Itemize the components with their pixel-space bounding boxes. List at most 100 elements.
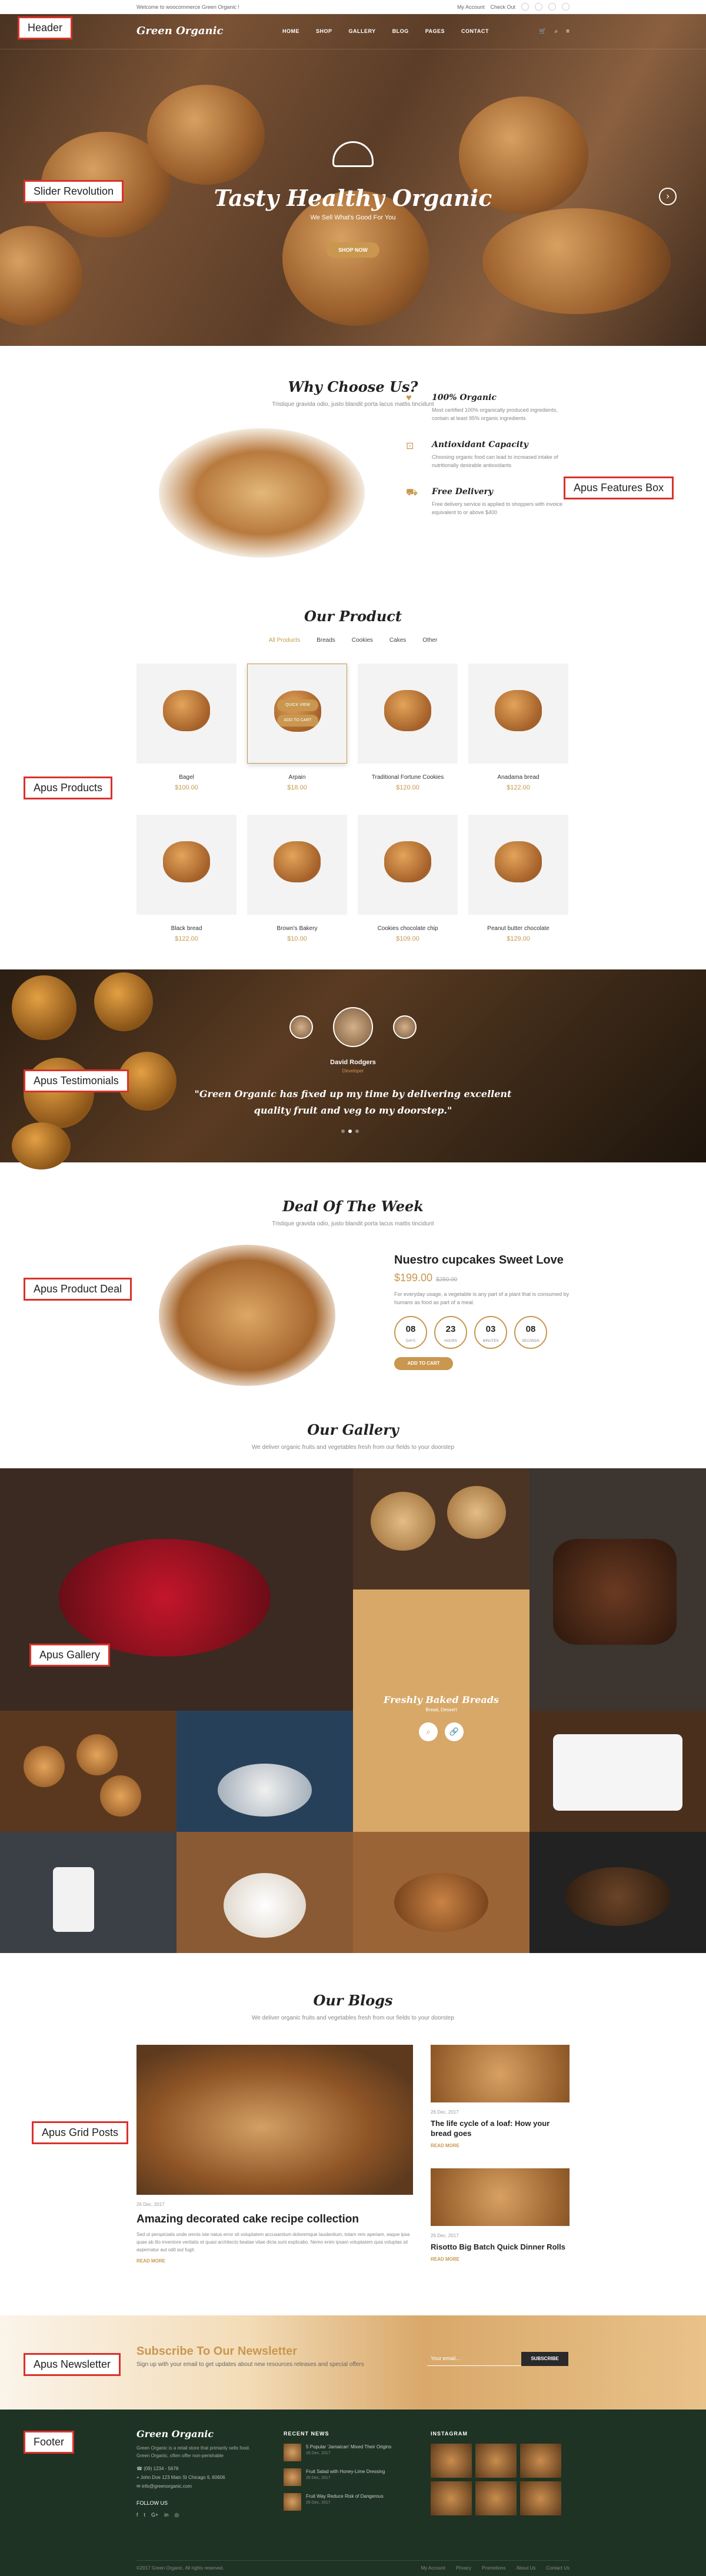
cart-icon[interactable]: 🛒 (539, 28, 546, 35)
twitter-icon[interactable] (535, 3, 542, 11)
read-more-link[interactable]: READ MORE (431, 2257, 570, 2262)
product-card[interactable]: Peanut butter chocolate $129.00 (468, 815, 568, 942)
post-title[interactable]: Risotto Big Batch Quick Dinner Rolls (431, 2242, 570, 2252)
footer-link[interactable]: Contact Us (546, 2565, 570, 2571)
avatar[interactable] (333, 1007, 373, 1047)
deal-product-image[interactable] (159, 1245, 335, 1386)
recent-news-item[interactable]: Fruit Salad with Honey-Lime Dressing 26 D… (284, 2468, 407, 2486)
checkout-link[interactable]: Check Out (490, 4, 515, 10)
tab-cakes[interactable]: Cakes (389, 637, 406, 644)
gallery-image[interactable] (176, 1711, 353, 1832)
site-logo[interactable]: Green Organic (136, 25, 223, 37)
nav-shop[interactable]: SHOP (316, 28, 332, 34)
post-title[interactable]: The life cycle of a loaf: How your bread… (431, 2118, 570, 2138)
product-card[interactable]: QUICK VIEW ADD TO CART Arpain $18.00 (247, 664, 347, 791)
avatar[interactable] (393, 1015, 417, 1039)
slider-dot[interactable] (348, 1129, 352, 1133)
product-image[interactable] (495, 841, 542, 882)
product-image[interactable] (384, 841, 431, 882)
instagram-photo[interactable] (520, 2444, 561, 2478)
recent-news-item[interactable]: 5 Popular 'Jamaican' Mixed Their Origins… (284, 2444, 407, 2461)
recent-news-item[interactable]: Fruit Way Reduce Risk of Dangerous 26 Dec… (284, 2493, 407, 2511)
twitter-icon[interactable]: t (144, 2512, 146, 2518)
product-card[interactable]: Brown's Bakery $10.00 (247, 815, 347, 942)
blog-image[interactable] (431, 2168, 570, 2226)
shop-now-button[interactable]: SHOP NOW (327, 242, 379, 258)
instagram-photo[interactable] (431, 2481, 472, 2515)
section-subtitle: Tristique gravida odio, justo blandit po… (272, 1221, 434, 1227)
gallery-image[interactable] (0, 1468, 353, 1711)
slider-dot[interactable] (355, 1129, 359, 1133)
add-to-cart-button[interactable]: ADD TO CART (394, 1357, 453, 1370)
avatar[interactable] (289, 1015, 313, 1039)
product-image[interactable] (163, 690, 210, 731)
products-section: Our Product All Products Breads Cookies … (0, 581, 706, 969)
product-card[interactable]: Cookies chocolate chip $109.00 (358, 815, 458, 942)
tab-other[interactable]: Other (422, 637, 437, 644)
deal-product-title[interactable]: Nuestro cupcakes Sweet Love (394, 1254, 571, 1267)
nav-contact[interactable]: CONTACT (461, 28, 489, 34)
product-image[interactable] (384, 690, 431, 731)
product-image[interactable] (495, 690, 542, 731)
gallery-image[interactable] (0, 1711, 176, 1832)
footer-link[interactable]: Promotions (482, 2565, 505, 2571)
slider-dots (341, 1129, 359, 1133)
lock-icon: ⊡ (406, 441, 414, 451)
google-plus-icon[interactable] (548, 3, 556, 11)
google-plus-icon[interactable]: G+ (151, 2512, 158, 2518)
instagram-icon[interactable]: ◎ (174, 2512, 179, 2518)
link-icon[interactable]: 🔗 (445, 1722, 464, 1741)
nav-blog[interactable]: BLOG (392, 28, 409, 34)
footer-link[interactable]: My Account (421, 2565, 445, 2571)
gallery-image[interactable] (530, 1832, 706, 1953)
tab-breads[interactable]: Breads (317, 637, 335, 644)
gallery-image[interactable] (530, 1468, 706, 1711)
product-card[interactable]: Anadama bread $122.00 (468, 664, 568, 791)
gallery-image[interactable] (530, 1711, 706, 1832)
gallery-image[interactable] (0, 1832, 176, 1953)
blog-image[interactable] (136, 2045, 413, 2195)
read-more-link[interactable]: READ MORE (431, 2143, 570, 2148)
tab-all-products[interactable]: All Products (269, 637, 300, 644)
facebook-icon[interactable]: f (136, 2512, 138, 2518)
nav-gallery[interactable]: GALLERY (349, 28, 376, 34)
gallery-image[interactable] (353, 1468, 530, 1589)
instagram-photo[interactable] (431, 2444, 472, 2478)
testimonials-section: David Rodgers Developer "Green Organic h… (0, 969, 706, 1169)
zoom-icon[interactable]: ⌕ (419, 1722, 438, 1741)
linkedin-icon[interactable]: in (164, 2512, 168, 2518)
footer-link[interactable]: About Us (517, 2565, 536, 2571)
menu-icon[interactable]: ≡ (566, 28, 570, 35)
featured-gallery-tile[interactable]: Freshly Baked Breads Bread, Dessert ⌕ 🔗 (353, 1589, 530, 1832)
section-subtitle: We deliver organic fruits and vegetables… (252, 1444, 454, 1451)
subscribe-button[interactable]: SUBSCRIBE (521, 2352, 568, 2366)
footer-logo[interactable]: Green Organic (136, 2428, 254, 2440)
section-title: Why Choose Us? (288, 378, 418, 395)
product-card[interactable]: Bagel $100.00 (136, 664, 237, 791)
nav-pages[interactable]: PAGES (425, 28, 445, 34)
gallery-image[interactable] (176, 1832, 353, 1953)
facebook-icon[interactable] (521, 3, 529, 11)
blog-image[interactable] (431, 2045, 570, 2102)
footer-link[interactable]: Privacy (456, 2565, 471, 2571)
email-input[interactable]: Your email... (427, 2352, 521, 2366)
nav-home[interactable]: HOME (282, 28, 299, 34)
tab-cookies[interactable]: Cookies (352, 637, 373, 644)
instagram-photo[interactable] (475, 2444, 517, 2478)
slider-dot[interactable] (341, 1129, 345, 1133)
account-link[interactable]: My Account (457, 4, 485, 10)
add-to-cart-button[interactable]: ADD TO CART (277, 715, 318, 727)
product-card[interactable]: Traditional Fortune Cookies $120.00 (358, 664, 458, 791)
post-title[interactable]: Amazing decorated cake recipe collection (136, 2213, 413, 2226)
instagram-icon[interactable] (562, 3, 570, 11)
instagram-photo[interactable] (475, 2481, 517, 2515)
quick-view-button[interactable]: QUICK VIEW (277, 699, 318, 711)
instagram-photo[interactable] (520, 2481, 561, 2515)
next-slide-icon[interactable]: › (659, 188, 677, 205)
product-image[interactable] (274, 841, 321, 882)
product-image[interactable] (163, 841, 210, 882)
gallery-image[interactable] (353, 1832, 530, 1953)
read-more-link[interactable]: READ MORE (136, 2258, 413, 2264)
product-card[interactable]: Black bread $122.00 (136, 815, 237, 942)
search-icon[interactable]: ⌕ (555, 28, 558, 35)
